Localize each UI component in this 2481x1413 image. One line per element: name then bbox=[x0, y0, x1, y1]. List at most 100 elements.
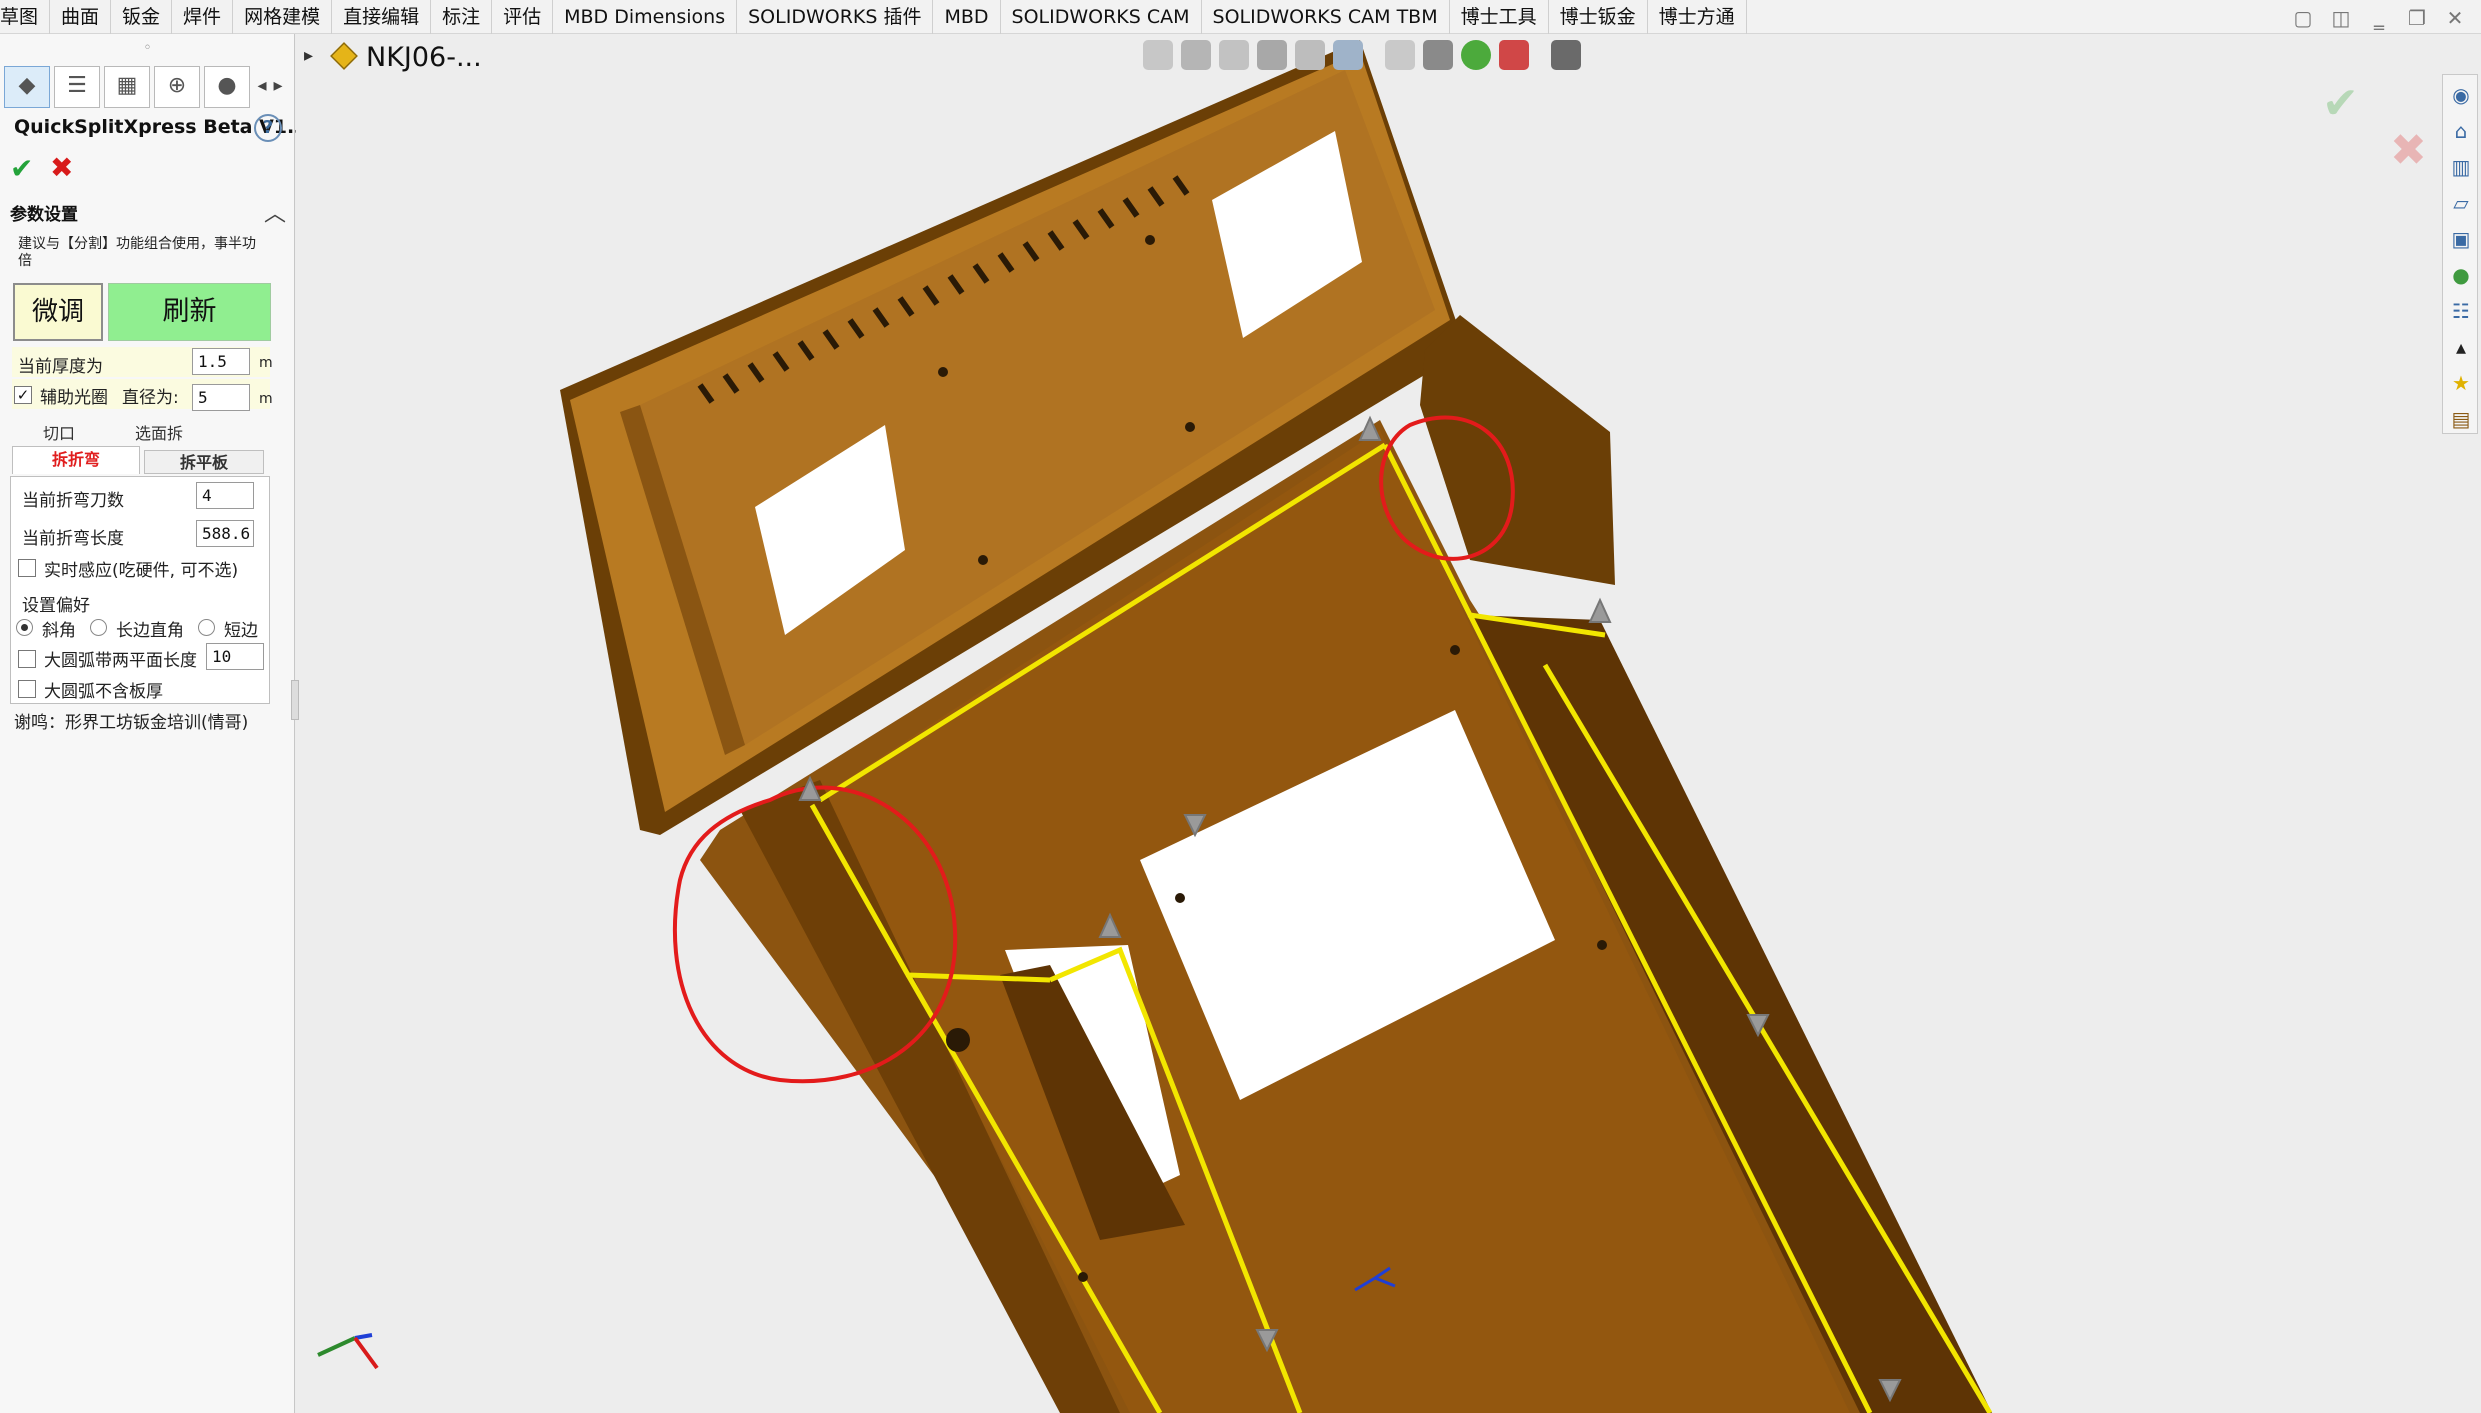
tab-doctor-sheetmetal[interactable]: 博士钣金 bbox=[1549, 0, 1648, 34]
restore-icon[interactable]: ▢ bbox=[2288, 6, 2318, 30]
section-view-icon[interactable] bbox=[1257, 40, 1287, 70]
bend-length-input[interactable]: 588.6 bbox=[196, 520, 254, 547]
feature-tree-icon[interactable]: ☰ bbox=[54, 66, 100, 108]
bend-count-label: 当前折弯刀数 bbox=[22, 491, 124, 511]
subtab-cut[interactable]: 切口 bbox=[14, 422, 104, 446]
tab-solidworks-cam[interactable]: SOLIDWORKS CAM bbox=[1001, 0, 1202, 34]
section-note: 建议与【分割】功能组合使用，事半功倍 bbox=[18, 236, 256, 269]
display-style-icon[interactable] bbox=[1385, 40, 1415, 70]
thickness-label: 当前厚度为 bbox=[18, 357, 103, 377]
toolbox-icon[interactable]: ▤ bbox=[2447, 405, 2475, 433]
bend-length-label: 当前折弯长度 bbox=[22, 529, 124, 549]
view-settings-icon[interactable] bbox=[1551, 40, 1581, 70]
task-pane: ◉ ⌂ ▥ ▱ ▣ ● ☷ ▴ ★ ▤ bbox=[2442, 74, 2478, 434]
tile-icon[interactable]: ◫ bbox=[2326, 6, 2356, 30]
diameter-unit: m bbox=[259, 391, 273, 407]
thickness-input[interactable]: 1.5 bbox=[192, 348, 250, 375]
design-library-icon[interactable]: ▥ bbox=[2447, 153, 2475, 181]
close-icon[interactable]: ✕ bbox=[2440, 6, 2470, 30]
tab-doctor-tube[interactable]: 博士方通 bbox=[1648, 0, 1747, 34]
pref-long-edge-radio[interactable] bbox=[90, 619, 107, 636]
tab-mbd[interactable]: MBD bbox=[933, 0, 1001, 34]
hide-show-icon[interactable] bbox=[1423, 40, 1453, 70]
crosshair-icon[interactable]: ⊕ bbox=[154, 66, 200, 108]
maximize-icon[interactable]: ❐ bbox=[2402, 6, 2432, 30]
refresh-button[interactable]: 刷新 bbox=[108, 283, 271, 341]
big-arc-checkbox[interactable] bbox=[18, 650, 36, 668]
expand-tree-icon[interactable]: ▸ bbox=[304, 45, 313, 66]
file-explorer-icon[interactable]: ▱ bbox=[2447, 189, 2475, 217]
cancel-button[interactable]: ✖ bbox=[50, 151, 73, 184]
no-thickness-checkbox[interactable] bbox=[18, 680, 36, 698]
tab-solidworks-cam-tbm[interactable]: SOLIDWORKS CAM TBM bbox=[1202, 0, 1450, 34]
big-arc-label: 大圆弧带两平面长度 bbox=[44, 651, 197, 671]
breadcrumb[interactable]: NKJ06-... bbox=[366, 42, 482, 73]
appearances-icon[interactable]: ● bbox=[2447, 261, 2475, 289]
zoom-area-icon[interactable] bbox=[1181, 40, 1211, 70]
bend-count-input[interactable]: 4 bbox=[196, 482, 254, 509]
dynamic-annotation-icon[interactable] bbox=[1295, 40, 1325, 70]
thanks-text: 谢鸣：形界工坊钣金培训(情哥) bbox=[14, 713, 249, 733]
axis-triad bbox=[317, 1333, 379, 1370]
big-arc-input[interactable]: 10 bbox=[206, 643, 264, 670]
view-palette-icon[interactable]: ▣ bbox=[2447, 225, 2475, 253]
tab-direct-editing[interactable]: 直接编辑 bbox=[332, 0, 432, 34]
minimize-icon[interactable]: ‗ bbox=[2364, 6, 2394, 30]
tab-doctor-tools[interactable]: 博士工具 bbox=[1450, 0, 1549, 34]
zoom-fit-icon[interactable] bbox=[1143, 40, 1173, 70]
edit-appearance-icon[interactable] bbox=[1461, 40, 1491, 70]
no-thickness-label: 大圆弧不含板厚 bbox=[44, 682, 163, 702]
tab-mbd-dimensions[interactable]: MBD Dimensions bbox=[553, 0, 738, 34]
appearance-icon[interactable]: ● bbox=[204, 66, 250, 108]
diameter-label: 直径为: bbox=[122, 388, 179, 408]
solidworks-resources-icon[interactable]: ◉ bbox=[2447, 81, 2475, 109]
tab-surface[interactable]: 曲面 bbox=[50, 0, 112, 34]
tab-sheetmetal[interactable]: 钣金 bbox=[111, 0, 173, 34]
section-header[interactable]: 参数设置 bbox=[10, 200, 78, 225]
realtime-checkbox[interactable] bbox=[18, 559, 36, 577]
part-icon[interactable]: ◆ bbox=[4, 66, 50, 108]
pref-short-edge-label: 短边 bbox=[224, 621, 258, 641]
previous-view-icon[interactable] bbox=[1219, 40, 1249, 70]
favorites-icon[interactable]: ★ bbox=[2447, 369, 2475, 397]
subtab-bend[interactable]: 拆折弯 bbox=[12, 448, 140, 472]
model-view[interactable]: ✔ ✖ bbox=[296, 34, 2481, 1413]
tab-solidworks-addins[interactable]: SOLIDWORKS 插件 bbox=[737, 0, 934, 34]
tab-weldments[interactable]: 焊件 bbox=[172, 0, 234, 34]
cancel-corner-icon: ✖ bbox=[2390, 125, 2427, 176]
pref-short-edge-radio[interactable] bbox=[198, 619, 215, 636]
fine-tune-button[interactable]: 微调 bbox=[13, 283, 103, 341]
scene-icon[interactable] bbox=[1499, 40, 1529, 70]
pref-long-edge-label: 长边直角 bbox=[116, 621, 184, 641]
ribbon-tabs: 草图 曲面 钣金 焊件 网格建模 直接编辑 标注 评估 MBD Dimensio… bbox=[0, 0, 1747, 34]
tab-evaluate[interactable]: 评估 bbox=[492, 0, 554, 34]
tab-markup[interactable]: 标注 bbox=[431, 0, 493, 34]
ribbon-tabbar: 草图 曲面 钣金 焊件 网格建模 直接编辑 标注 评估 MBD Dimensio… bbox=[0, 0, 2481, 34]
home-icon[interactable]: ⌂ bbox=[2447, 117, 2475, 145]
prefs-label: 设置偏好 bbox=[22, 596, 90, 616]
view-orientation-icon[interactable] bbox=[1333, 40, 1363, 70]
custom-properties-icon[interactable]: ☷ bbox=[2447, 297, 2475, 325]
confirm-corner-icon: ✔ bbox=[2322, 78, 2359, 129]
property-icon[interactable]: ▦ bbox=[104, 66, 150, 108]
collapse-icon[interactable]: ︿ bbox=[264, 196, 286, 228]
tab-mesh-modeling[interactable]: 网格建模 bbox=[233, 0, 333, 34]
subtab-select-face[interactable]: 选面拆 bbox=[104, 422, 214, 446]
scroll-left-icon[interactable]: ◂ bbox=[254, 66, 270, 106]
scroll-right-icon[interactable]: ▸ bbox=[270, 66, 286, 106]
realtime-label: 实时感应(吃硬件, 可不选) bbox=[44, 561, 239, 581]
pref-bevel-label: 斜角 bbox=[42, 621, 76, 641]
help-icon[interactable]: ? bbox=[254, 114, 282, 142]
learning-icon[interactable]: ▴ bbox=[2447, 333, 2475, 361]
hinge-block bbox=[1420, 315, 1615, 585]
subtab-flat[interactable]: 拆平板 bbox=[144, 450, 264, 474]
panel-grip[interactable]: ◦ bbox=[0, 40, 295, 60]
ok-button[interactable]: ✔ bbox=[10, 152, 33, 185]
tab-sketch[interactable]: 草图 bbox=[0, 0, 51, 34]
thickness-unit: m bbox=[259, 355, 273, 371]
aux-checkbox[interactable]: ✓ bbox=[14, 386, 32, 404]
panel-resize-handle[interactable] bbox=[291, 680, 299, 720]
pref-bevel-radio[interactable] bbox=[16, 619, 33, 636]
heads-up-toolbar bbox=[1143, 40, 1589, 72]
diameter-input[interactable]: 5 bbox=[192, 384, 250, 411]
